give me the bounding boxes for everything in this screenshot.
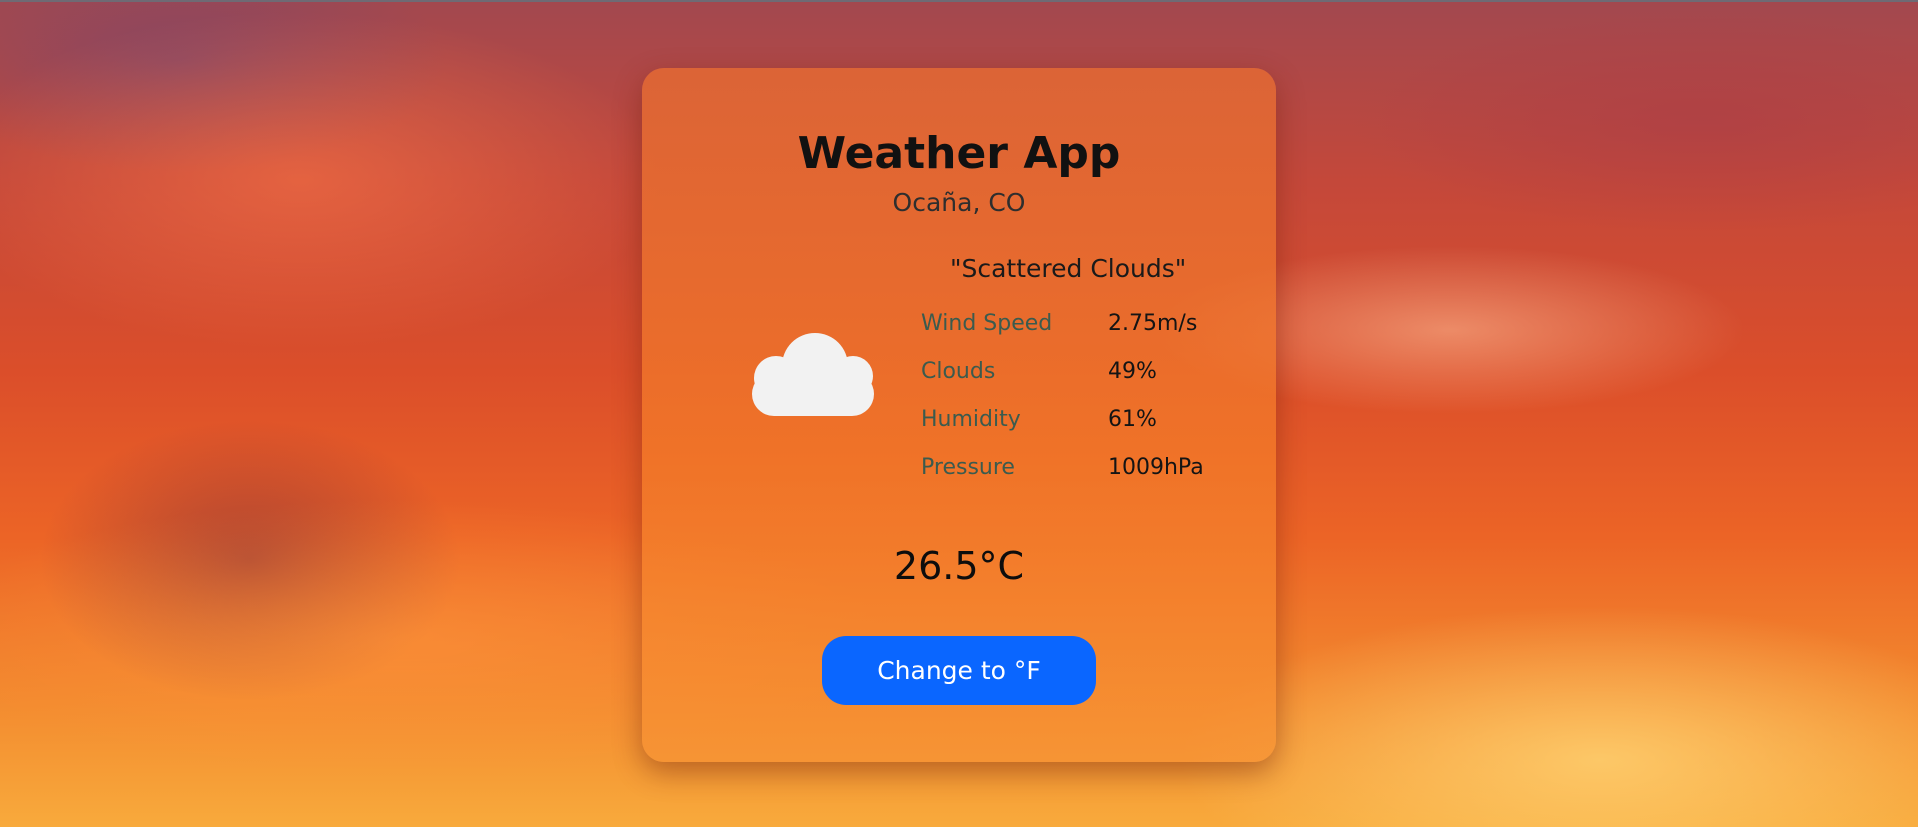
stat-value: 1009hPa	[1108, 455, 1204, 480]
weather-card: Weather App Ocaña, CO "Scattered Clouds"…	[642, 68, 1276, 762]
stat-value: 49%	[1108, 359, 1157, 384]
stat-clouds: Clouds 49%	[921, 359, 1241, 399]
cloud-icon	[752, 333, 874, 416]
app-title: Weather App	[797, 128, 1121, 179]
window-top-border	[0, 0, 1918, 2]
stat-label: Pressure	[921, 455, 1015, 480]
stat-label: Wind Speed	[921, 311, 1053, 336]
change-unit-button[interactable]: Change to °F	[822, 636, 1096, 705]
stat-value: 2.75m/s	[1108, 311, 1198, 336]
stat-value: 61%	[1108, 407, 1157, 432]
stat-label: Clouds	[921, 359, 996, 384]
stat-wind-speed: Wind Speed 2.75m/s	[921, 311, 1241, 351]
weather-description: "Scattered Clouds"	[950, 254, 1187, 283]
stat-pressure: Pressure 1009hPa	[921, 455, 1241, 495]
temperature-display: 26.5°C	[893, 544, 1025, 588]
location-label: Ocaña, CO	[892, 188, 1026, 217]
stat-label: Humidity	[921, 407, 1021, 432]
stat-humidity: Humidity 61%	[921, 407, 1241, 447]
